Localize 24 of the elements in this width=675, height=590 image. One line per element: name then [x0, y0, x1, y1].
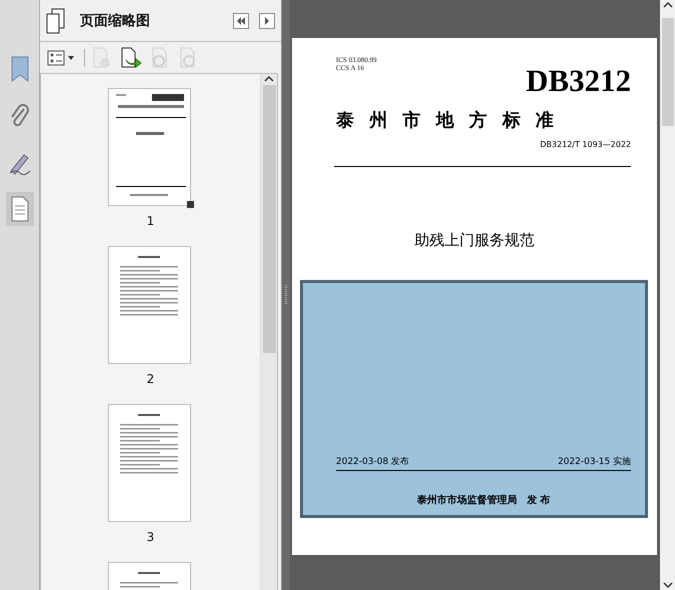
- standard-number: DB3212/T 1093—2022: [540, 140, 631, 149]
- collapse-button[interactable]: [233, 12, 249, 28]
- page-thumbnail[interactable]: [108, 246, 194, 366]
- page-number: 3: [146, 530, 154, 544]
- publisher: 泰州市市场监督管理局 发 布: [416, 493, 550, 507]
- page-number: 1: [146, 214, 154, 228]
- page-thumbnail[interactable]: [108, 404, 194, 524]
- scroll-down-icon[interactable]: [662, 582, 672, 590]
- standard-code: DB3212: [526, 66, 631, 96]
- panel-title: 页面缩略图: [80, 12, 151, 30]
- effective-date: 2022-03-15 实施: [558, 456, 631, 468]
- double-left-arrow-icon: [236, 16, 246, 24]
- page-number: 2: [146, 372, 154, 386]
- scroll-up-icon[interactable]: [662, 0, 672, 8]
- scrollbar-thumb[interactable]: [262, 85, 276, 353]
- scrollbar-thumb[interactable]: [662, 18, 674, 126]
- expand-button[interactable]: [259, 12, 275, 28]
- standard-category: 泰 州 市 地 方 标 准: [336, 109, 555, 132]
- scroll-up-icon[interactable]: [264, 74, 274, 82]
- right-arrow-icon: [264, 16, 270, 24]
- splitter-handle-icon[interactable]: [284, 284, 288, 306]
- document-title: 助残上门服务规范: [414, 231, 534, 250]
- issue-date: 2022-03-08 发布: [336, 456, 410, 468]
- page-thumbnail[interactable]: [108, 88, 194, 208]
